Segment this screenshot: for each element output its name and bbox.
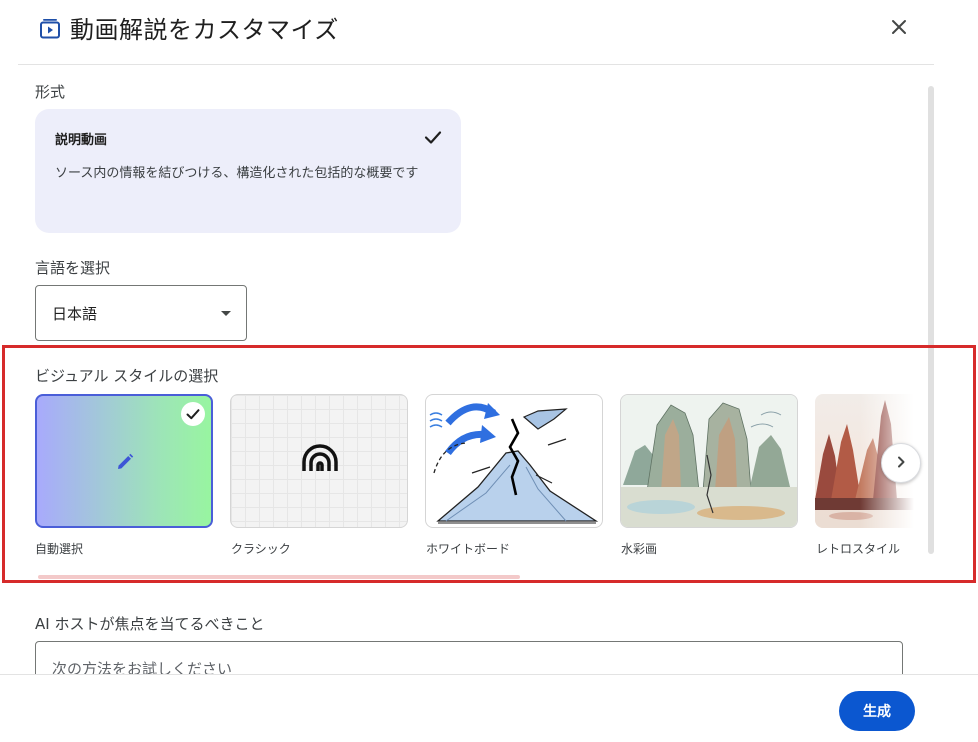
style-caption-retro: レトロスタイル	[816, 542, 901, 556]
language-select[interactable]: 日本語	[35, 285, 247, 341]
watercolor-mountains-image	[621, 395, 797, 527]
focus-label: AI ホストが焦点を当てるべきこと	[35, 615, 265, 633]
format-option-card[interactable]: 説明動画 ソース内の情報を結びつける、構造化された包括的な概要です	[35, 109, 461, 233]
selected-check-icon	[181, 402, 205, 426]
arch-logo-icon	[301, 443, 339, 477]
dialog-title: 動画解説をカスタマイズ	[70, 16, 339, 44]
close-icon	[891, 19, 907, 39]
header-divider	[18, 64, 934, 65]
format-option-description: ソース内の情報を結びつける、構造化された包括的な概要です	[55, 166, 419, 181]
dialog-header: 動画解説をカスタマイズ	[0, 0, 978, 62]
dialog-footer	[0, 674, 978, 742]
carousel-next-button[interactable]	[881, 443, 921, 483]
style-tile-whiteboard[interactable]	[425, 394, 603, 528]
format-label: 形式	[35, 83, 66, 101]
generate-button[interactable]: 生成	[839, 691, 915, 731]
visual-style-label: ビジュアル スタイルの選択	[35, 367, 219, 385]
style-tile-watercolor[interactable]	[620, 394, 798, 528]
style-caption-auto: 自動選択	[35, 542, 84, 556]
style-tile-classic[interactable]	[230, 394, 408, 528]
pencil-icon	[115, 452, 135, 476]
dropdown-arrow-icon	[221, 311, 231, 316]
style-caption-classic: クラシック	[231, 542, 291, 556]
style-caption-whiteboard: ホワイトボード	[426, 542, 511, 556]
format-option-name: 説明動画	[55, 133, 108, 148]
language-label: 言語を選択	[35, 259, 111, 277]
close-button[interactable]	[884, 14, 914, 44]
chevron-right-icon	[894, 454, 908, 473]
whiteboard-volcano-image	[426, 395, 602, 527]
checkmark-icon	[423, 127, 443, 147]
language-value: 日本語	[52, 305, 98, 323]
video-overview-icon	[38, 16, 62, 40]
carousel-scrollbar[interactable]	[38, 575, 520, 579]
style-caption-watercolor: 水彩画	[621, 542, 658, 556]
style-tile-auto[interactable]	[35, 394, 213, 528]
